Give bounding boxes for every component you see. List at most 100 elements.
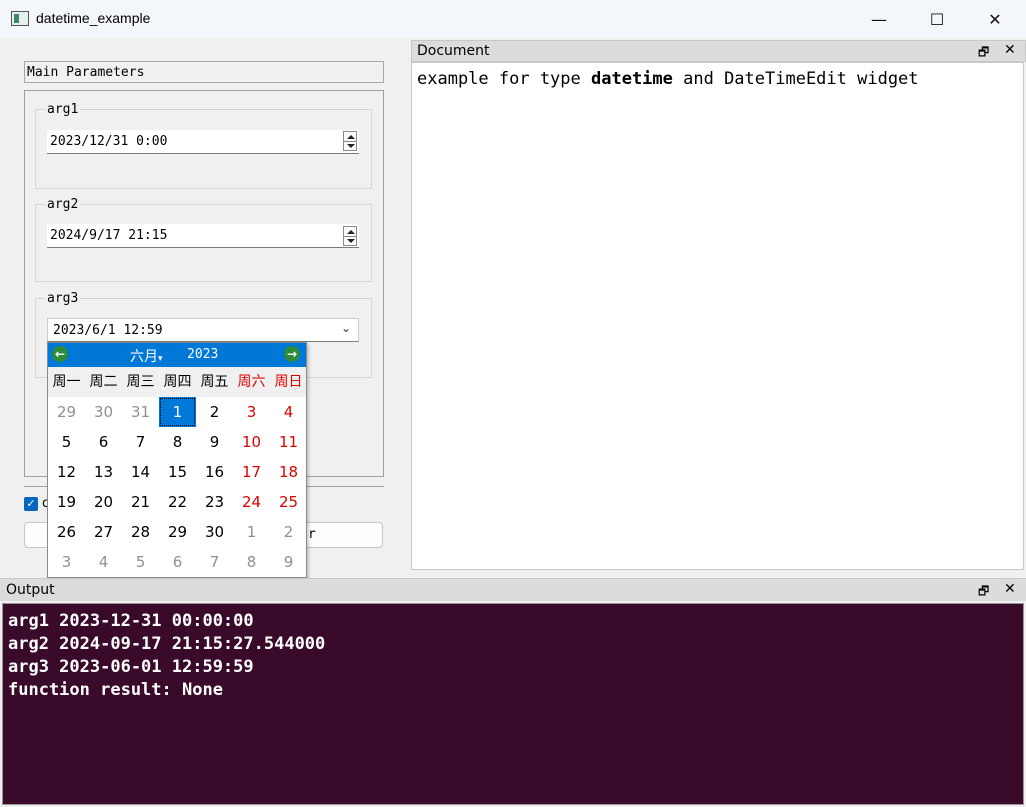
calendar-day[interactable]: 31 <box>122 397 159 427</box>
main-parameters-header[interactable]: Main Parameters <box>24 61 384 83</box>
weekday-label: 周三 <box>126 374 155 390</box>
weekday-label: 周一 <box>52 374 81 390</box>
calendar-nav-bar <box>48 343 306 367</box>
arg1-value: 2023/12/31 0:00 <box>50 134 168 149</box>
calendar-day[interactable]: 10 <box>233 427 270 457</box>
calendar-day[interactable]: 20 <box>85 487 122 517</box>
calendar-day[interactable]: 26 <box>48 517 85 547</box>
arg3-datetime-dropdown[interactable]: 2023/6/1 12:59 <box>47 318 359 342</box>
calendar-day[interactable]: 1 <box>233 517 270 547</box>
calendar-day[interactable]: 24 <box>233 487 270 517</box>
calendar-day[interactable]: 7 <box>122 427 159 457</box>
document-text-after: and DateTimeEdit widget <box>672 69 919 89</box>
document-body: example for type datetime and DateTimeEd… <box>411 62 1024 570</box>
calendar-year[interactable]: 2023 <box>187 347 218 362</box>
output-dock-title: Output <box>0 578 1026 601</box>
spin-down-icon[interactable] <box>347 144 355 148</box>
run-button-label: r <box>308 527 316 542</box>
weekday-label: 周日 <box>274 374 303 390</box>
arg1-label: arg1 <box>45 102 81 117</box>
calendar-day[interactable]: 30 <box>196 517 233 547</box>
calendar-day[interactable]: 11 <box>270 427 307 457</box>
calendar-day[interactable]: 5 <box>122 547 159 577</box>
window-title: datetime_example <box>36 10 151 26</box>
calendar-day[interactable]: 28 <box>122 517 159 547</box>
calendar-day[interactable]: 18 <box>270 457 307 487</box>
spin-up-icon[interactable] <box>347 230 355 234</box>
maximize-button[interactable]: ☐ <box>908 0 966 38</box>
arg3-value: 2023/6/1 12:59 <box>53 323 163 338</box>
arg3-label: arg3 <box>45 291 81 306</box>
output-line: arg3 2023-06-01 12:59:59 <box>8 657 254 677</box>
calendar-day[interactable]: 9 <box>196 427 233 457</box>
arg2-spin-buttons[interactable] <box>343 226 357 246</box>
calendar-day[interactable]: 29 <box>48 397 85 427</box>
spin-down-icon[interactable] <box>347 239 355 243</box>
calendar-day[interactable]: 7 <box>196 547 233 577</box>
document-text-before: example for type <box>417 69 591 89</box>
weekday-label: 周六 <box>237 374 266 390</box>
calendar-day[interactable]: 29 <box>159 517 196 547</box>
spin-divider <box>344 236 356 237</box>
arg2-value: 2024/9/17 21:15 <box>50 228 168 243</box>
close-icon: ✕ <box>988 9 1002 29</box>
spin-up-icon[interactable] <box>347 135 355 139</box>
month-dropdown-icon: ▾ <box>158 354 163 364</box>
calendar-day[interactable]: 19 <box>48 487 85 517</box>
arg2-datetime-field[interactable]: 2024/9/17 21:15 <box>47 224 359 248</box>
calendar-day[interactable]: 4 <box>270 397 307 427</box>
calendar-day[interactable]: 5 <box>48 427 85 457</box>
close-button[interactable]: ✕ <box>966 0 1024 38</box>
arrow-left-icon[interactable]: ← <box>52 346 68 362</box>
calendar-day[interactable]: 12 <box>48 457 85 487</box>
calendar-day[interactable]: 30 <box>85 397 122 427</box>
calendar-day[interactable]: 8 <box>233 547 270 577</box>
calendar-day[interactable]: 8 <box>159 427 196 457</box>
calendar-day[interactable]: 1 <box>159 397 196 427</box>
calendar-day[interactable]: 17 <box>233 457 270 487</box>
calendar-day[interactable]: 3 <box>48 547 85 577</box>
calendar-day[interactable]: 16 <box>196 457 233 487</box>
document-text-bold: datetime <box>591 69 673 89</box>
arrow-right-icon[interactable]: → <box>284 346 300 362</box>
calendar-day[interactable]: 6 <box>159 547 196 577</box>
output-close-icon[interactable]: ✕ <box>1004 581 1016 597</box>
arg1-datetime-field[interactable]: 2023/12/31 0:00 <box>47 130 359 154</box>
output-line: arg1 2023-12-31 00:00:00 <box>8 611 254 631</box>
document-float-icon[interactable]: 🗗 <box>978 43 989 64</box>
calendar-day[interactable]: 3 <box>233 397 270 427</box>
calendar-day[interactable]: 4 <box>85 547 122 577</box>
weekday-label: 周二 <box>89 374 118 390</box>
maximize-icon: ☐ <box>929 9 945 29</box>
output-title: Output <box>6 582 55 598</box>
output-float-icon[interactable]: 🗗 <box>978 582 989 603</box>
spin-divider <box>344 141 356 142</box>
output-console[interactable]: arg1 2023-12-31 00:00:00 arg2 2024-09-17… <box>2 603 1024 805</box>
calendar-day[interactable]: 15 <box>159 457 196 487</box>
calendar-day[interactable]: 2 <box>270 517 307 547</box>
calendar-day[interactable]: 6 <box>85 427 122 457</box>
calendar-day[interactable]: 13 <box>85 457 122 487</box>
chevron-down-icon[interactable]: ⌄ <box>341 321 351 335</box>
arg1-spin-buttons[interactable] <box>343 131 357 151</box>
output-line: function result: None <box>8 680 223 700</box>
calendar-popup[interactable]: ← → 六月▾ 2023 周一 周二 周三 周四 周五 周六 周日 29 30 31 1 2 3 4 5 6… <box>47 342 307 578</box>
calendar-day[interactable]: 9 <box>270 547 307 577</box>
arg2-label: arg2 <box>45 197 81 212</box>
calendar-day[interactable]: 23 <box>196 487 233 517</box>
output-line: arg2 2024-09-17 21:15:27.544000 <box>8 634 326 654</box>
calendar-month: 六月 <box>130 349 158 365</box>
calendar-day[interactable]: 25 <box>270 487 307 517</box>
calendar-day[interactable]: 22 <box>159 487 196 517</box>
app-icon <box>11 11 29 26</box>
document-close-icon[interactable]: ✕ <box>1004 42 1016 58</box>
calendar-month-button[interactable]: 六月▾ <box>130 346 163 366</box>
minimize-button[interactable]: — <box>850 0 908 38</box>
calendar-day[interactable]: 21 <box>122 487 159 517</box>
calendar-day[interactable]: 27 <box>85 517 122 547</box>
option-checkbox[interactable]: ✓ <box>24 497 38 511</box>
calendar-weekday-header: 周一 周二 周三 周四 周五 周六 周日 <box>48 367 306 397</box>
calendar-day-grid[interactable]: 29 30 31 1 2 3 4 5 6 7 8 9 10 11 12 13 14 15 16 17 18 19 20 21 2… <box>48 397 306 577</box>
calendar-day[interactable]: 14 <box>122 457 159 487</box>
calendar-day[interactable]: 2 <box>196 397 233 427</box>
